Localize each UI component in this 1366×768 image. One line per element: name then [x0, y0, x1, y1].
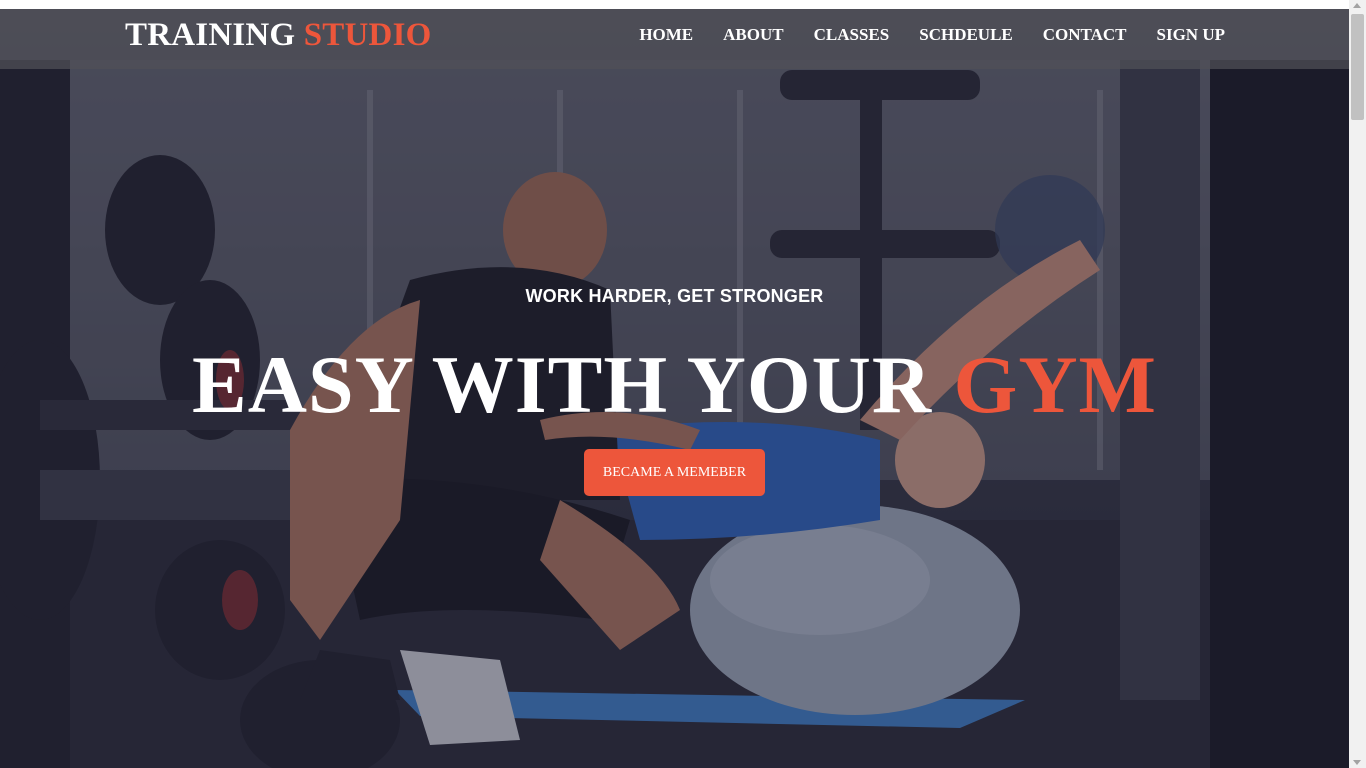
page-top-strip: [0, 0, 1349, 9]
nav-item-contact[interactable]: CONTACT: [1043, 25, 1127, 45]
page-scrollbar[interactable]: [1349, 0, 1366, 768]
headline-main-text: EASY WITH YOUR: [192, 339, 933, 430]
scroll-down-arrow-icon[interactable]: [1353, 760, 1361, 765]
hero-headline: EASY WITH YOUR GYM: [0, 340, 1349, 430]
scroll-up-arrow-icon[interactable]: [1353, 3, 1361, 8]
main-nav: HOME ABOUT CLASSES SCHDEULE CONTACT SIGN…: [609, 25, 1225, 45]
nav-item-about[interactable]: ABOUT: [723, 25, 783, 45]
nav-item-classes[interactable]: CLASSES: [814, 25, 890, 45]
hero-tagline: WORK HARDER, GET STRONGER: [525, 286, 824, 306]
brand-name-part2: STUDIO: [303, 17, 432, 53]
become-member-button[interactable]: BECAME A MEMEBER: [584, 449, 765, 496]
nav-item-schedule[interactable]: SCHDEULE: [919, 25, 1013, 45]
brand-name-part1: TRAINING: [125, 17, 296, 53]
site-header: TRAINING STUDIO HOME ABOUT CLASSES SCHDE…: [0, 9, 1349, 69]
headline-accent-text: GYM: [953, 339, 1157, 430]
brand-logo[interactable]: TRAINING STUDIO: [125, 17, 432, 53]
nav-item-home[interactable]: HOME: [639, 25, 693, 45]
scrollbar-thumb[interactable]: [1351, 14, 1364, 120]
nav-item-sign-up[interactable]: SIGN UP: [1157, 25, 1225, 45]
hero-section: TRAINING STUDIO HOME ABOUT CLASSES SCHDE…: [0, 0, 1349, 768]
